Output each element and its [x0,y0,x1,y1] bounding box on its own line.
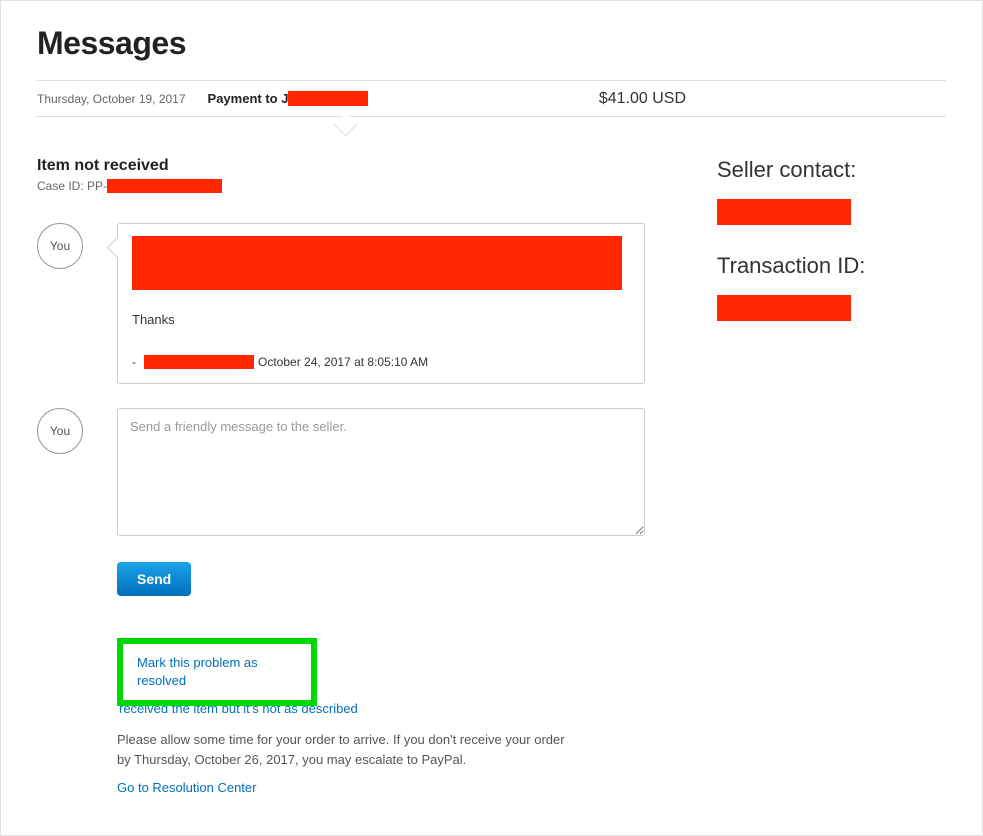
escalation-info: Please allow some time for your order to… [117,730,577,769]
message-bubble: Thanks - October 24, 2017 at 8:05:10 AM [117,223,645,384]
transaction-header: Thursday, October 19, 2017 Payment to J … [37,81,946,116]
avatar-you-compose: You [37,408,83,454]
meta-dash: - [132,355,136,369]
messages-page: Messages Thursday, October 19, 2017 Paym… [0,0,983,836]
redacted-transaction-id [717,295,851,321]
case-id-label: Case ID: PP- [37,179,107,193]
send-button[interactable]: Send [117,562,191,596]
header-pointer-icon [37,117,946,129]
redacted-case-id [107,179,222,193]
case-id-row: Case ID: PP- [37,179,677,193]
resolve-highlight: Mark this problem as resolved [117,638,317,706]
transaction-amount: $41.00 USD [599,90,686,108]
case-title: Item not received [37,157,677,175]
resolution-center-link[interactable]: Go to Resolution Center [117,780,256,795]
page-title: Messages [37,25,946,62]
payment-to-label: Payment to J [208,91,289,106]
main-content: Item not received Case ID: PP- You Thank… [37,157,946,797]
compose-input[interactable] [117,408,645,536]
message-thread-item: You Thanks - October 24, 2017 at 8:05:10… [37,223,677,384]
compose-row: You [37,408,677,536]
message-meta: - October 24, 2017 at 8:05:10 AM [132,355,630,369]
redacted-sender-name [144,355,254,369]
redacted-seller-contact [717,199,851,225]
left-column: Item not received Case ID: PP- You Thank… [37,157,677,797]
avatar-you: You [37,223,83,269]
redacted-payee [288,91,368,106]
mark-resolved-link[interactable]: Mark this problem as resolved [137,655,258,688]
actions-block: Mark this problem as resolved received t… [117,638,597,797]
seller-contact-heading: Seller contact: [717,157,865,183]
message-timestamp: October 24, 2017 at 8:05:10 AM [258,355,428,369]
message-thanks: Thanks [132,312,630,327]
redacted-message-body [132,236,622,290]
transaction-date: Thursday, October 19, 2017 [37,92,186,106]
right-column: Seller contact: Transaction ID: [717,157,865,797]
transaction-id-heading: Transaction ID: [717,253,865,279]
